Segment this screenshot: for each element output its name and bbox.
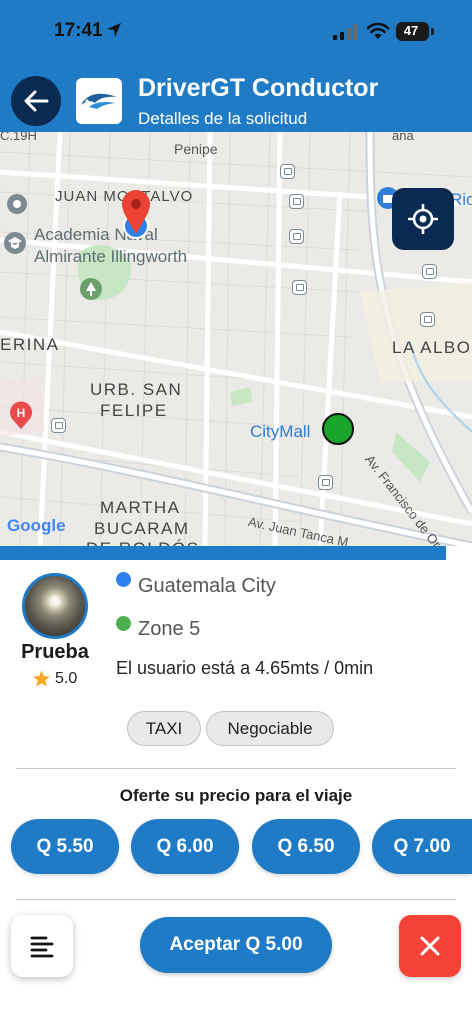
app-screen: 17:41 47 DriverGT Conductor Detalles de … xyxy=(0,0,472,1024)
destination-address: Zone 5 xyxy=(138,618,201,640)
map-label-ana: ana xyxy=(392,132,414,143)
map-label-citymall: CityMall xyxy=(250,422,311,441)
bus-stop-icon xyxy=(420,312,435,327)
app-title: DriverGT Conductor xyxy=(138,74,379,102)
user-name: Prueba xyxy=(21,641,89,663)
user-avatar xyxy=(22,573,88,639)
map-label-erina: ERINA xyxy=(0,335,60,354)
menu-lines-icon xyxy=(30,936,54,958)
map-bottom-bar xyxy=(0,546,446,560)
map-label-la-albo: LA ALBO xyxy=(392,338,472,357)
offer-title: Oferte su precio para el viaje xyxy=(119,786,353,805)
map-label-academia-2: Almirante Illingworth xyxy=(34,247,188,266)
user-rating: 5.0 xyxy=(32,669,77,688)
svg-text:H: H xyxy=(17,406,26,420)
locate-me-button[interactable] xyxy=(392,188,454,250)
crosshair-icon xyxy=(408,204,438,234)
app-logo xyxy=(76,78,122,124)
price-option-button[interactable]: Q 7.00 xyxy=(372,819,472,874)
distance-info: El usuario está a 4.65mts / 0min xyxy=(116,658,374,678)
cellular-signal-icon xyxy=(333,24,358,40)
rating-value: 5.0 xyxy=(55,669,78,687)
destination-marker-icon xyxy=(322,413,354,445)
page-subtitle: Detalles de la solicitud xyxy=(138,109,308,128)
divider xyxy=(16,768,456,769)
map-label-martha-3: DE ROLDÓS xyxy=(86,538,200,546)
price-option-button[interactable]: Q 5.50 xyxy=(11,819,119,874)
map-label-urb-san-2: FELIPE xyxy=(100,401,168,420)
google-logo-text: Google xyxy=(7,516,66,535)
app-header: 17:41 47 DriverGT Conductor Detalles de … xyxy=(0,0,472,132)
chip-service-type: TAXI xyxy=(127,711,201,746)
origin-address: Guatemala City xyxy=(138,575,276,597)
origin-pin-icon xyxy=(122,190,150,239)
chip-negotiable: Negociable xyxy=(206,711,334,746)
accept-button[interactable]: Aceptar Q 5.00 xyxy=(140,917,332,973)
destination-dot-icon xyxy=(116,616,131,631)
cancel-button[interactable] xyxy=(399,915,461,977)
bus-stop-icon xyxy=(289,229,304,244)
hospital-icon: H xyxy=(10,401,33,429)
star-icon xyxy=(33,670,50,687)
school-icon xyxy=(4,232,26,254)
location-arrow-icon xyxy=(107,23,121,37)
bus-stop-icon xyxy=(289,194,304,209)
origin-dot-icon xyxy=(116,572,131,587)
battery-level: 47 xyxy=(403,23,419,38)
wifi-icon xyxy=(366,22,390,39)
status-bar: 17:41 47 xyxy=(0,0,472,62)
battery-icon: 47 xyxy=(396,22,429,41)
divider xyxy=(16,899,456,900)
battery-tip xyxy=(431,28,434,35)
bus-stop-icon xyxy=(292,280,307,295)
price-option-button[interactable]: Q 6.50 xyxy=(252,819,360,874)
map-label-c19h: C.19H xyxy=(0,132,37,143)
bus-stop-icon xyxy=(318,475,333,490)
bus-stop-icon xyxy=(422,264,437,279)
map-label-penipe: Penipe xyxy=(174,141,218,157)
eagle-logo-icon xyxy=(81,93,117,109)
map-label-urb-san-1: URB. SAN xyxy=(90,380,183,399)
back-button[interactable] xyxy=(11,76,61,126)
menu-button[interactable] xyxy=(11,915,73,977)
park-icon xyxy=(80,278,102,300)
map-dot-icon xyxy=(7,194,27,214)
price-option-button[interactable]: Q 6.00 xyxy=(131,819,239,874)
map-view[interactable]: C.19H Penipe ana JUAN MONTALVO Academia … xyxy=(0,132,472,546)
bus-stop-icon xyxy=(51,418,66,433)
map-label-martha-2: BUCARAM xyxy=(94,519,190,538)
map-label-martha-1: MARTHA xyxy=(100,498,181,517)
arrow-left-icon xyxy=(24,90,49,112)
google-logo: Google xyxy=(7,516,66,536)
status-time: 17:41 xyxy=(54,20,103,41)
bus-stop-icon xyxy=(280,164,295,179)
close-icon xyxy=(420,936,440,956)
